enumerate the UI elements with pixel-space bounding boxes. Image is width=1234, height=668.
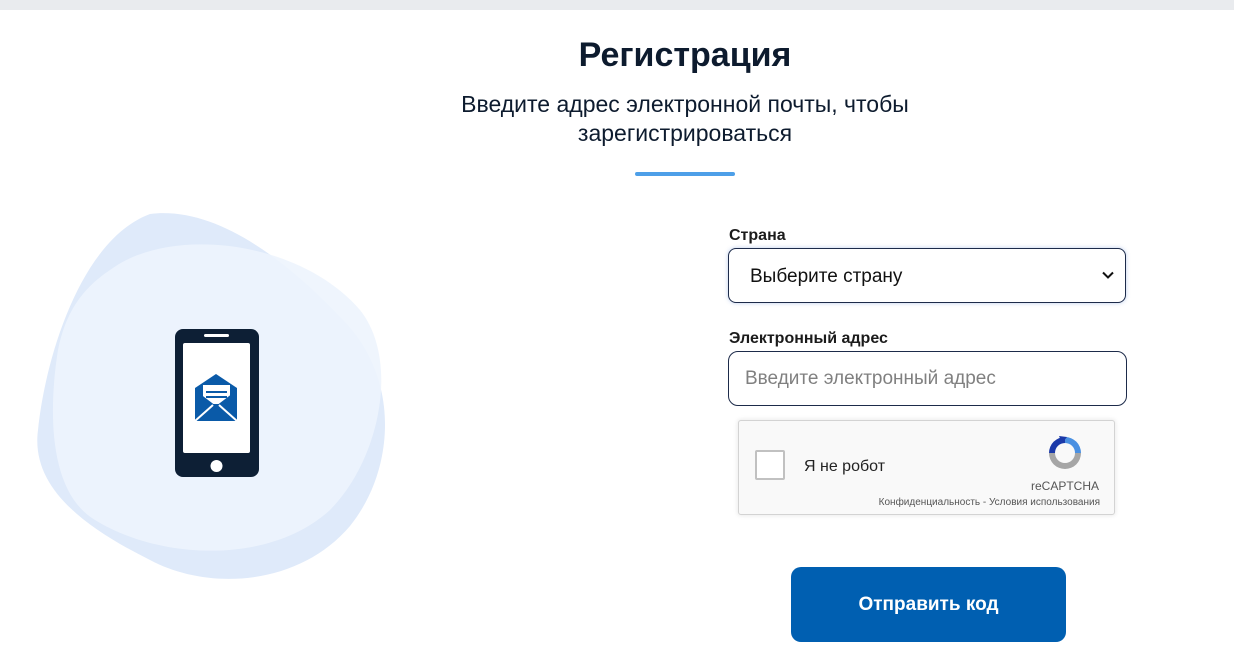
email-label: Электронный адрес [729, 330, 888, 347]
recaptcha-checkbox[interactable] [755, 450, 785, 480]
recaptcha-links-separator: - [980, 497, 989, 508]
recaptcha-widget: Я не робот reCAPTCHA Конфиденциальность … [738, 420, 1115, 515]
subtitle-line-2: зарегистрироваться [577, 120, 793, 146]
recaptcha-brand: reCAPTCHA [1030, 479, 1099, 493]
recaptcha-links: Конфиденциальность - Условия использован… [879, 497, 1100, 508]
page-subtitle: Введите адрес электронной почты, чтобы з… [430, 90, 940, 148]
country-label: Страна [729, 227, 786, 244]
subtitle-line-1: Введите адрес электронной почты, чтобы [461, 91, 909, 117]
recaptcha-privacy-link[interactable]: Конфиденциальность [879, 497, 980, 508]
country-select[interactable]: Выберите страну [728, 248, 1126, 303]
send-code-button[interactable]: Отправить код [791, 567, 1066, 642]
page-title: Регистрация [578, 36, 792, 74]
recaptcha-logo-icon [1049, 436, 1081, 469]
recaptcha-label: Я не робот [804, 458, 886, 475]
top-bar [0, 0, 1234, 10]
recaptcha-terms-link[interactable]: Условия использования [989, 497, 1100, 508]
title-divider [635, 172, 735, 176]
chevron-down-icon [1102, 271, 1114, 279]
country-select-value: Выберите страну [750, 266, 903, 287]
registration-illustration [37, 213, 385, 579]
email-field[interactable] [728, 351, 1127, 406]
